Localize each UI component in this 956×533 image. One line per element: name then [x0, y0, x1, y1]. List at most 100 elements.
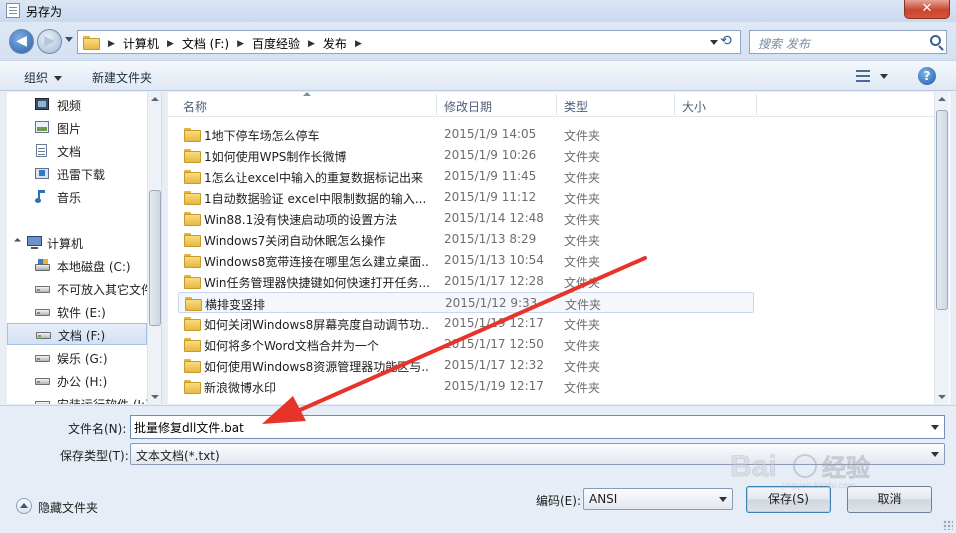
file-name: 如何关闭Windows8屏幕亮度自动调节功... — [204, 318, 429, 332]
sidebar-item[interactable]: 文档 (F:) — [7, 323, 147, 345]
music-icon — [35, 190, 50, 203]
forward-button[interactable]: ▶ — [37, 29, 62, 54]
file-list-scrollbar[interactable] — [934, 92, 949, 404]
breadcrumb-item[interactable]: 发布 — [323, 35, 347, 52]
breadcrumb-item[interactable]: 计算机 — [123, 35, 159, 52]
recent-pages-dropdown[interactable] — [65, 37, 73, 42]
sidebar-item-label: 办公 (H:) — [57, 375, 108, 389]
sidebar-item[interactable]: 文档 — [7, 140, 147, 162]
file-row[interactable]: 如何将多个Word文档合并为一个 2015/1/17 12:50 文件夹 — [178, 334, 754, 355]
scroll-up-icon[interactable] — [151, 97, 159, 101]
file-row[interactable]: 横排变竖排 2015/1/12 9:33 文件夹 — [178, 292, 754, 313]
file-list: 名称 修改日期 类型 大小 1地下停车场怎么停车 2015/1/9 14:05 文件… — [168, 92, 950, 404]
file-row[interactable]: 1如何使用WPS制作长微博 2015/1/9 10:26 文件夹 — [178, 145, 754, 166]
sidebar-item[interactable]: 音乐 — [7, 186, 147, 208]
breadcrumb-item[interactable]: 百度经验 — [252, 35, 300, 52]
file-name: 如何使用Windows8资源管理器功能区与... — [204, 360, 429, 374]
sidebar-item[interactable]: 视频 — [7, 94, 147, 116]
breadcrumb-separator-icon[interactable]: ▶ — [355, 39, 362, 49]
file-date: 2015/1/9 11:12 — [444, 190, 537, 204]
breadcrumb-separator-icon[interactable]: ▶ — [108, 39, 115, 49]
sort-ascending-icon — [303, 92, 311, 96]
resize-grip-icon[interactable] — [943, 520, 953, 530]
back-button[interactable]: ◀ — [9, 29, 34, 54]
file-row[interactable]: 新浪微博水印 2015/1/19 12:17 文件夹 — [178, 376, 754, 397]
command-bar: 组织 新建文件夹 ? — [0, 60, 956, 91]
sidebar-item[interactable]: 迅雷下载 — [7, 163, 147, 185]
scroll-thumb[interactable] — [936, 110, 948, 310]
system-drive-icon — [35, 259, 50, 272]
breadcrumb-separator-icon[interactable]: ▶ — [167, 39, 174, 49]
file-row[interactable]: 如何关闭Windows8屏幕亮度自动调节功... 2015/1/19 12:17 文… — [178, 313, 754, 334]
sidebar-item-label: 迅雷下载 — [57, 168, 106, 182]
svg-text:Bai: Bai — [730, 450, 777, 483]
sidebar-item[interactable]: 软件 (E:) — [7, 301, 147, 323]
sidebar-item[interactable]: 本地磁盘 (C:) — [7, 255, 147, 277]
organize-label: 组织 — [24, 71, 49, 85]
refresh-icon[interactable]: ⟲ — [717, 32, 735, 50]
file-row[interactable]: Windows7关闭自动休眠怎么操作 2015/1/13 8:29 文件夹 — [178, 229, 754, 250]
nav-scrollbar[interactable] — [147, 92, 161, 404]
file-type: 文件夹 — [564, 129, 601, 143]
file-row[interactable]: 如何使用Windows8资源管理器功能区与... 2015/1/17 12:32 文… — [178, 355, 754, 376]
filename-field[interactable] — [130, 415, 945, 439]
expand-arrow-icon[interactable] — [13, 237, 22, 246]
file-name: 1自动数据验证 excel中限制数据的输入... — [204, 192, 427, 206]
column-type[interactable]: 类型 — [564, 98, 588, 115]
navigation-pane: 视频图片文档迅雷下载音乐计算机本地磁盘 (C:) 不可放入其它文件软件 (E:) 文… — [7, 92, 162, 404]
file-row[interactable]: Win88.1没有快速启动项的设置方法 2015/1/14 12:48 文件夹 — [178, 208, 754, 229]
help-icon[interactable]: ? — [918, 67, 936, 85]
sidebar-item-label: 不可放入其它文件 — [57, 283, 147, 297]
folder-icon — [184, 149, 201, 163]
organize-menu[interactable]: 组织 — [24, 69, 63, 86]
new-folder-button[interactable]: 新建文件夹 — [92, 69, 152, 86]
file-row[interactable]: 1自动数据验证 excel中限制数据的输入... 2015/1/9 11:12 文件… — [178, 187, 754, 208]
sidebar-item[interactable]: 办公 (H:) — [7, 370, 147, 392]
column-name[interactable]: 名称 — [183, 98, 207, 115]
sidebar-item[interactable]: 不可放入其它文件 — [7, 278, 147, 300]
breadcrumb-item[interactable]: 文档 (F:) — [182, 35, 229, 52]
sidebar-item[interactable]: 图片 — [7, 117, 147, 139]
scroll-thumb[interactable] — [149, 190, 161, 326]
search-input[interactable]: 搜索 发布 — [749, 30, 947, 54]
file-row[interactable]: 1怎么让excel中输入的重复数据标记出来 2015/1/9 11:45 文件夹 — [178, 166, 754, 187]
search-icon[interactable] — [930, 35, 941, 46]
breadcrumb-separator-icon[interactable]: ▶ — [308, 39, 315, 49]
drive-icon — [35, 374, 50, 387]
sidebar-item[interactable]: 安装运行软件 (I:) — [7, 393, 147, 404]
file-date: 2015/1/9 14:05 — [444, 127, 537, 141]
encoding-select[interactable]: ANSI — [583, 488, 733, 510]
view-dropdown[interactable] — [880, 74, 888, 79]
file-row[interactable]: Win任务管理器快捷键如何快速打开任务... 2015/1/17 12:28 文件夹 — [178, 271, 754, 292]
folder-icon — [185, 297, 202, 311]
scroll-down-icon[interactable] — [151, 395, 159, 399]
sidebar-item-label: 图片 — [57, 122, 82, 136]
file-date: 2015/1/17 12:28 — [444, 274, 544, 288]
column-date[interactable]: 修改日期 — [444, 98, 492, 115]
close-button[interactable]: ✕ — [904, 0, 950, 19]
filename-input[interactable] — [134, 419, 924, 435]
file-date: 2015/1/12 9:33 — [445, 296, 538, 310]
breadcrumb-separator-icon[interactable]: ▶ — [237, 39, 244, 49]
column-size[interactable]: 大小 — [682, 98, 706, 115]
view-options-icon[interactable] — [856, 70, 870, 82]
sidebar-item-label: 本地磁盘 (C:) — [57, 260, 131, 274]
file-row[interactable]: 1地下停车场怎么停车 2015/1/9 14:05 文件夹 — [178, 124, 754, 145]
file-type: 文件夹 — [564, 360, 601, 374]
cancel-button[interactable]: 取消 — [847, 486, 932, 513]
encoding-value: ANSI — [589, 492, 618, 506]
chevron-down-icon[interactable] — [931, 425, 939, 430]
encoding-label: 编码(E): — [536, 494, 581, 508]
file-name: Windows8宽带连接在哪里怎么建立桌面... — [204, 255, 429, 269]
computer-icon — [27, 236, 42, 249]
scroll-up-icon[interactable] — [938, 97, 946, 101]
scroll-down-icon[interactable] — [938, 395, 946, 399]
file-row[interactable]: Windows8宽带连接在哪里怎么建立桌面... 2015/1/13 10:54 文… — [178, 250, 754, 271]
sidebar-item[interactable]: 娱乐 (G:) — [7, 347, 147, 369]
save-button[interactable]: 保存(S) — [746, 486, 831, 513]
file-type: 文件夹 — [564, 318, 601, 332]
folder-icon — [83, 36, 100, 50]
address-bar[interactable]: ▶ 计算机 ▶ 文档 (F:) ▶ 百度经验 ▶ 发布 ▶ — [77, 30, 741, 54]
sidebar-item-label: 计算机 — [47, 237, 84, 251]
sidebar-item[interactable]: 计算机 — [7, 232, 147, 254]
